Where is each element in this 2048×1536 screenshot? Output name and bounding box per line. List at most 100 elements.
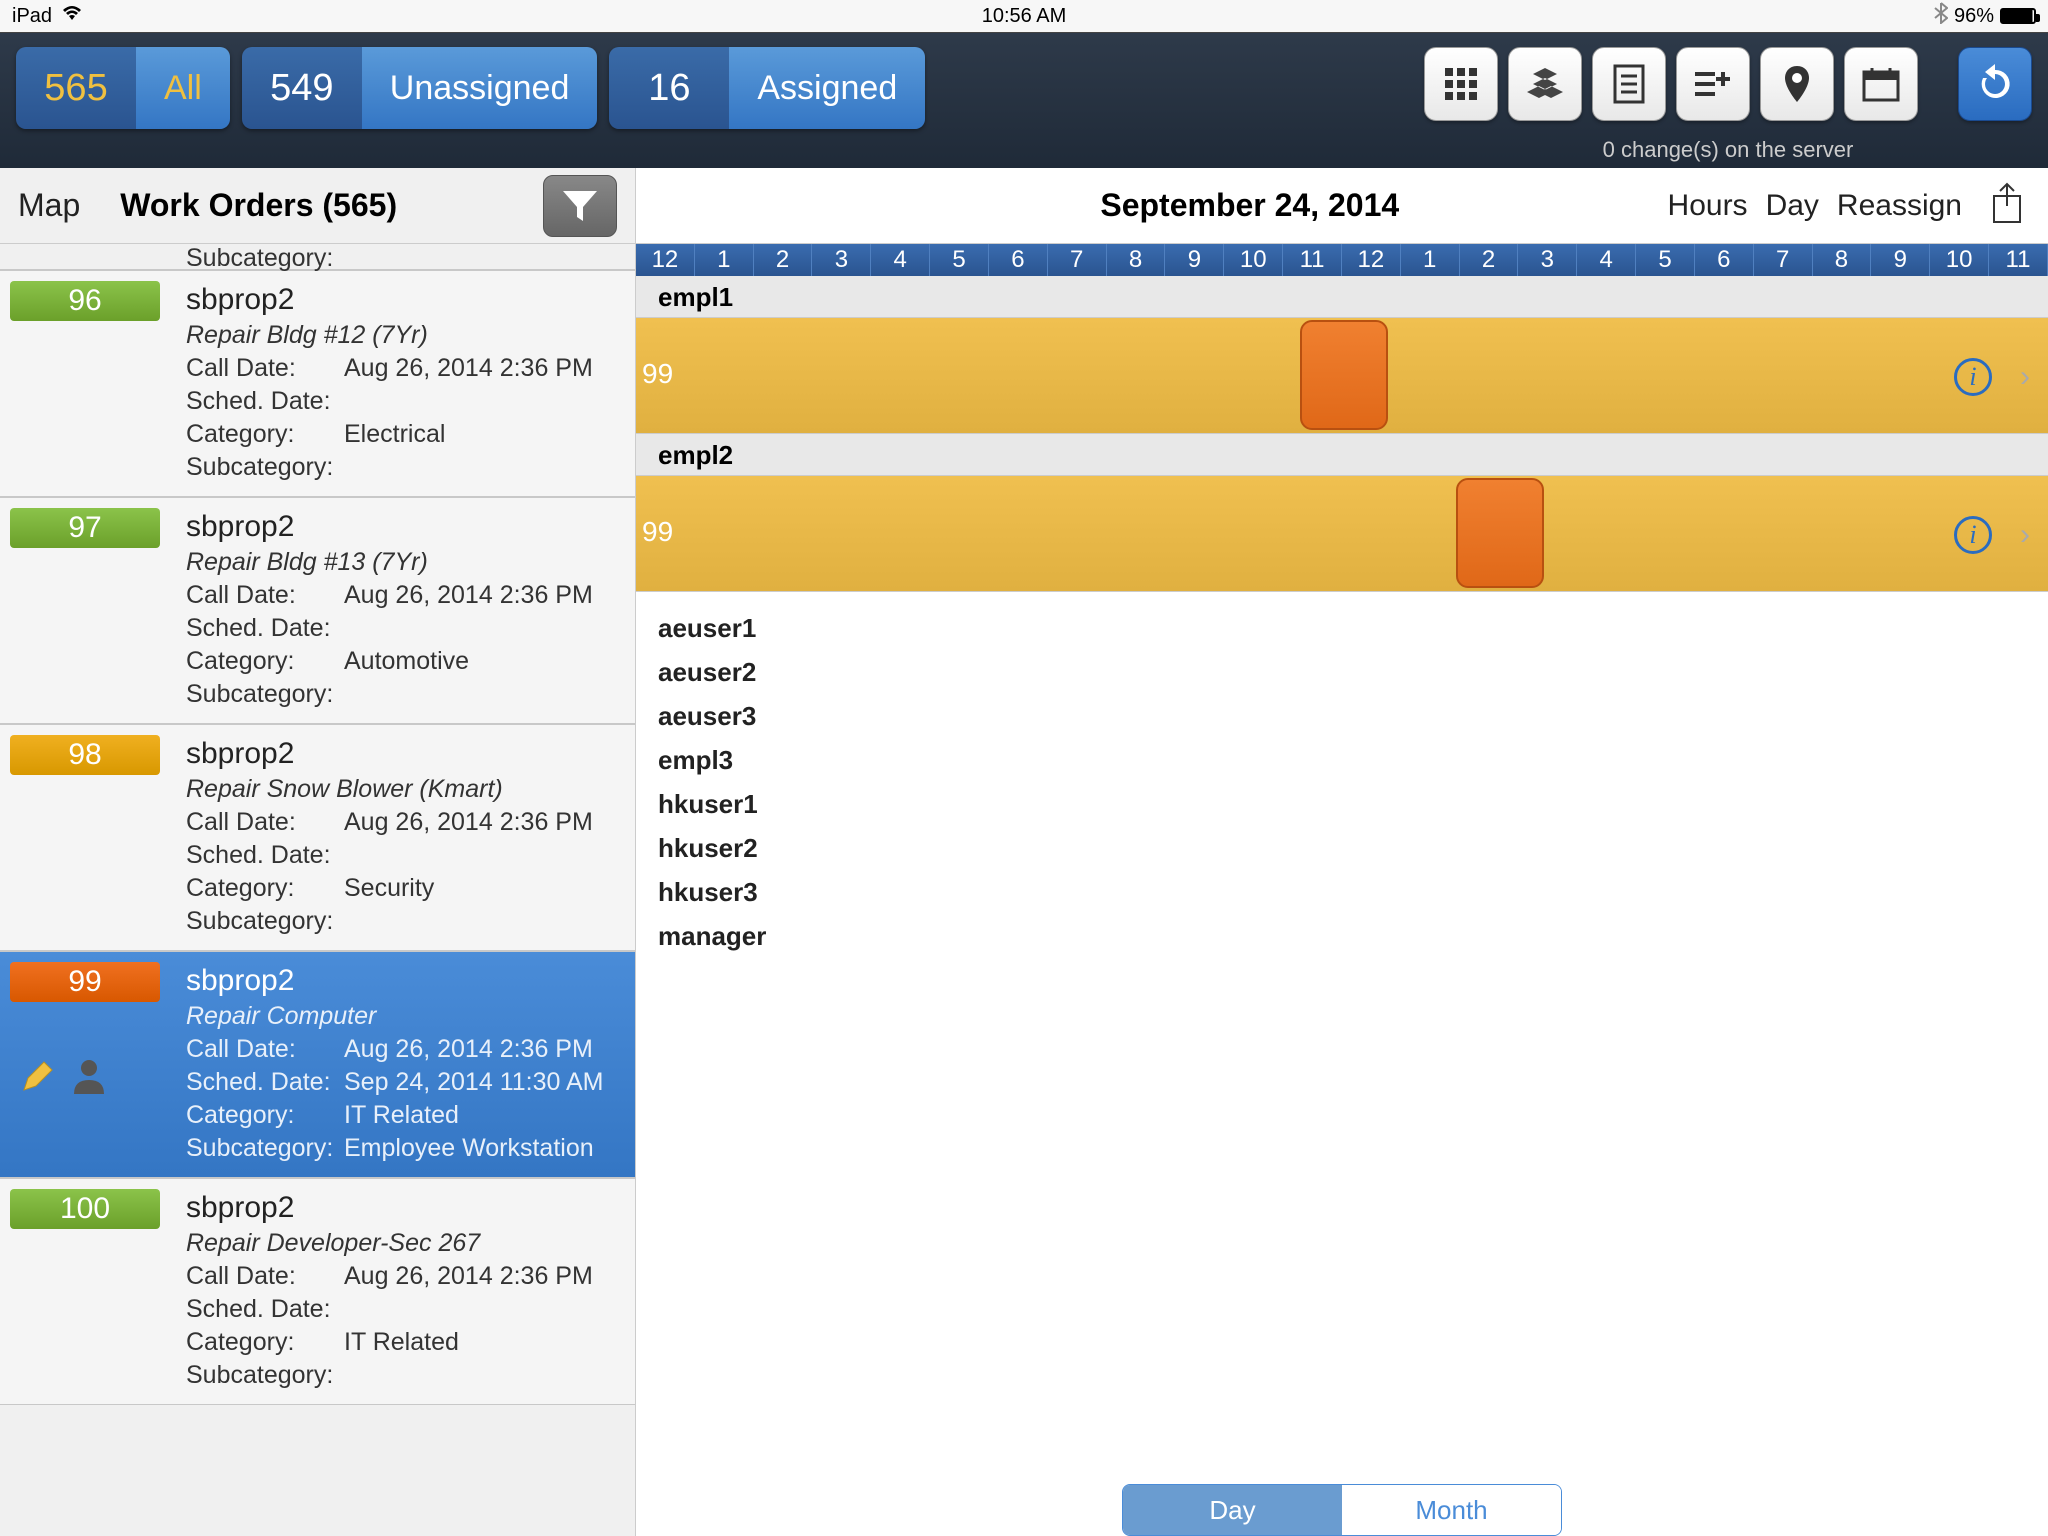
employee-name[interactable]: aeuser3 [658, 694, 2048, 738]
work-order-owner: sbprop2 [186, 1191, 635, 1225]
reassign-link[interactable]: Reassign [1837, 189, 1962, 223]
main-content: Subcategory: 96 sbprop2 Repair Bldg #12 … [0, 244, 2048, 1536]
document-icon[interactable] [1592, 47, 1666, 121]
work-order-badge: 98 [10, 735, 160, 775]
schedule-row-tag: 99 [636, 358, 673, 390]
timeline-hour: 1 [1401, 244, 1460, 276]
task-block[interactable] [1300, 320, 1388, 430]
work-order-owner: sbprop2 [186, 737, 635, 771]
grid-icon[interactable] [1424, 47, 1498, 121]
employee-name[interactable]: hkuser3 [658, 870, 2048, 914]
hours-view[interactable]: Hours [1668, 189, 1748, 223]
timeline-hour: 9 [1871, 244, 1930, 276]
share-icon[interactable] [1990, 182, 2024, 229]
employee-name[interactable]: manager [658, 914, 2048, 958]
list-add-icon[interactable] [1676, 47, 1750, 121]
info-icon[interactable]: i [1954, 516, 1992, 554]
filter-assigned[interactable]: 16 Assigned [609, 47, 925, 129]
filter-all[interactable]: 565 All [16, 47, 230, 129]
subheader: Map Work Orders (565) September 24, 2014… [0, 168, 2048, 244]
employee-name[interactable]: aeuser1 [658, 606, 2048, 650]
device-label: iPad [12, 5, 52, 28]
schedule-date: September 24, 2014 [850, 187, 1650, 224]
filter-assigned-label: Assigned [729, 47, 925, 129]
task-block[interactable] [1456, 478, 1544, 588]
work-order-badge: 99 [10, 962, 160, 1002]
timeline-hour: 11 [1283, 244, 1342, 276]
timeline-hour: 2 [754, 244, 813, 276]
edit-icon[interactable] [20, 1058, 56, 1099]
work-order-item[interactable]: 100 sbprop2 Repair Developer-Sec 267 Cal… [0, 1178, 635, 1405]
person-icon[interactable] [72, 1058, 106, 1099]
segment-month[interactable]: Month [1342, 1485, 1561, 1535]
work-order-description: Repair Computer [186, 1002, 635, 1031]
employee-name[interactable]: hkuser2 [658, 826, 2048, 870]
work-order-owner: sbprop2 [186, 964, 635, 998]
timeline-hour: 5 [1636, 244, 1695, 276]
employee-name[interactable]: hkuser1 [658, 782, 2048, 826]
filter-unassigned-count: 549 [242, 47, 362, 129]
refresh-button[interactable] [1958, 47, 2032, 121]
timeline-hour: 7 [1754, 244, 1813, 276]
timeline-hour: 1 [695, 244, 754, 276]
timeline-hour: 3 [812, 244, 871, 276]
day-month-toggle[interactable]: Day Month [1122, 1484, 1562, 1536]
battery-percent: 96% [1954, 5, 1994, 28]
filter-assigned-count: 16 [609, 47, 729, 129]
work-order-owner: sbprop2 [186, 283, 635, 317]
location-icon[interactable] [1760, 47, 1834, 121]
filter-button[interactable] [543, 175, 617, 237]
work-order-description: Repair Snow Blower (Kmart) [186, 775, 635, 804]
info-icon[interactable]: i [1954, 358, 1992, 396]
work-order-item[interactable]: 96 sbprop2 Repair Bldg #12 (7Yr) Call Da… [0, 270, 635, 497]
boxes-icon[interactable] [1508, 47, 1582, 121]
chevron-right-icon: › [2020, 360, 2030, 394]
employee-name[interactable]: aeuser2 [658, 650, 2048, 694]
employee-name[interactable]: empl3 [658, 738, 2048, 782]
work-order-badge: 100 [10, 1189, 160, 1229]
filter-all-label: All [136, 47, 230, 129]
work-order-description: Repair Developer-Sec 267 [186, 1229, 635, 1258]
schedule-row[interactable]: 99 i › [636, 318, 2048, 434]
employee-list: aeuser1aeuser2aeuser3empl3hkuser1hkuser2… [636, 592, 2048, 958]
timeline-hour: 2 [1460, 244, 1519, 276]
filter-unassigned-label: Unassigned [362, 47, 598, 129]
timeline-hour: 4 [1577, 244, 1636, 276]
timeline-hour: 12 [1342, 244, 1401, 276]
calendar-icon[interactable] [1844, 47, 1918, 121]
work-order-description: Repair Bldg #13 (7Yr) [186, 548, 635, 577]
status-bar: iPad 10:56 AM 96% [0, 0, 2048, 32]
timeline-hour: 10 [1224, 244, 1283, 276]
work-order-list[interactable]: Subcategory: 96 sbprop2 Repair Bldg #12 … [0, 244, 636, 1536]
map-tab[interactable]: Map [18, 187, 80, 224]
timeline-hour: 12 [636, 244, 695, 276]
timeline-hour: 5 [930, 244, 989, 276]
timeline-hour: 7 [1048, 244, 1107, 276]
employee-header: empl2 [636, 434, 2048, 476]
timeline-hour: 3 [1518, 244, 1577, 276]
work-order-item[interactable]: 98 sbprop2 Repair Snow Blower (Kmart) Ca… [0, 724, 635, 951]
filter-unassigned[interactable]: 549 Unassigned [242, 47, 598, 129]
top-toolbar: 565 All 549 Unassigned 16 Assigned 0 cha… [0, 32, 2048, 168]
timeline-hour: 6 [1695, 244, 1754, 276]
clock: 10:56 AM [687, 5, 1362, 28]
work-order-owner: sbprop2 [186, 510, 635, 544]
work-order-description: Repair Bldg #12 (7Yr) [186, 321, 635, 350]
work-orders-title: Work Orders (565) [120, 187, 543, 224]
work-order-badge: 97 [10, 508, 160, 548]
schedule-row[interactable]: 99 i › [636, 476, 2048, 592]
timeline-hour: 8 [1813, 244, 1872, 276]
work-order-badge: 96 [10, 281, 160, 321]
battery-icon [2000, 8, 2036, 24]
timeline-hour: 11 [1989, 244, 2048, 276]
server-changes-text: 0 change(s) on the server [1424, 137, 2032, 163]
employee-header: empl1 [636, 276, 2048, 318]
work-order-item[interactable]: 99 sbprop2 Repair Computer Call Date:Aug… [0, 951, 635, 1178]
segment-day[interactable]: Day [1123, 1485, 1342, 1535]
bluetooth-icon [1934, 2, 1948, 30]
day-view[interactable]: Day [1766, 189, 1819, 223]
work-order-item[interactable]: 97 sbprop2 Repair Bldg #13 (7Yr) Call Da… [0, 497, 635, 724]
timeline-hour: 10 [1930, 244, 1989, 276]
schedule-row-tag: 99 [636, 516, 673, 548]
timeline-hour: 4 [871, 244, 930, 276]
